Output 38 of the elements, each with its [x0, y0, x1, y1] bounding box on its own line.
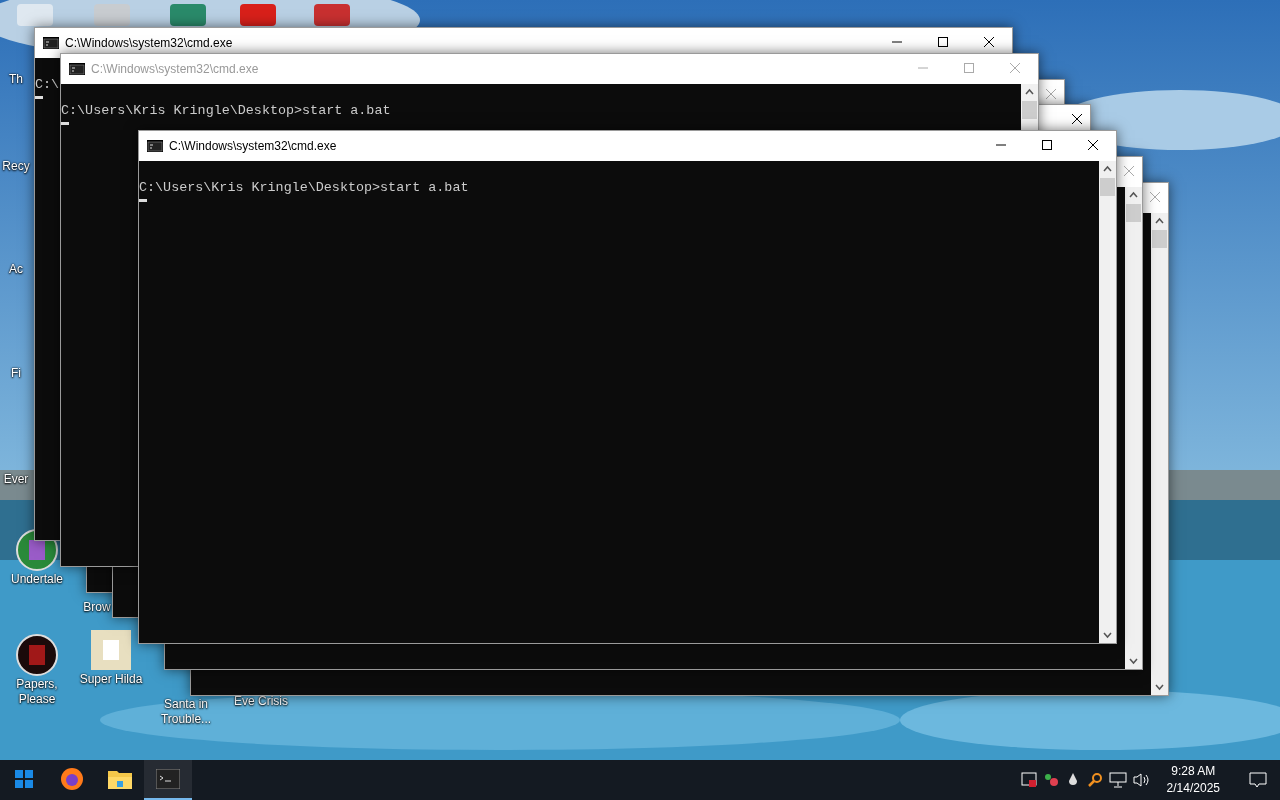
- scrollbar-thumb[interactable]: [1126, 204, 1141, 222]
- console-icon: [43, 37, 59, 49]
- icon-label[interactable]: Papers, Please: [1, 677, 73, 707]
- console-line: C:\: [35, 76, 61, 94]
- scrollbar-thumb[interactable]: [1022, 101, 1037, 119]
- console-line: C:\Users\Kris Kringle\Desktop>start a.bat: [139, 179, 470, 197]
- icon-label[interactable]: Th: [9, 72, 23, 87]
- folder-icon: [108, 769, 132, 789]
- terminal-icon: [156, 769, 180, 789]
- icon-label[interactable]: Undertale: [11, 572, 63, 587]
- scrollbar-thumb[interactable]: [1100, 178, 1115, 196]
- scrollbar-thumb[interactable]: [1152, 230, 1167, 248]
- speech-bubble-icon: [1249, 772, 1267, 788]
- icon-label[interactable]: Ever: [3, 472, 29, 487]
- icon-label[interactable]: Fi: [11, 366, 21, 381]
- console-icon: [147, 140, 163, 152]
- console-icon: [69, 63, 85, 75]
- shield-icon[interactable]: [1020, 772, 1037, 788]
- window-title: C:\Windows\system32\cmd.exe: [65, 36, 234, 50]
- window-title: C:\Windows\system32\cmd.exe: [91, 62, 260, 76]
- fox-globe-icon: [60, 767, 84, 791]
- network-icon[interactable]: [1108, 772, 1127, 788]
- icon-label[interactable]: Brow: [83, 600, 111, 615]
- windows-logo-icon: [15, 770, 33, 788]
- window-title: C:\Windows\system32\cmd.exe: [169, 139, 338, 153]
- icon-label[interactable]: Santa in Trouble...: [150, 697, 222, 727]
- speaker-icon[interactable]: [1132, 772, 1151, 788]
- app-icon[interactable]: [15, 633, 59, 677]
- icon-label[interactable]: Eve Crisis: [234, 694, 288, 709]
- console-line: C:\Users\Kris Kringle\Desktop>start a.bat: [61, 102, 392, 120]
- taskbar-button[interactable]: [144, 760, 192, 800]
- icon-label[interactable]: Ac: [9, 262, 23, 277]
- clock-date[interactable]: 2/14/2025: [1166, 780, 1220, 797]
- icon-label[interactable]: Super Hilda: [79, 672, 143, 687]
- people-icon[interactable]: [1042, 772, 1059, 788]
- clock-time[interactable]: 9:28 AM: [1171, 763, 1216, 780]
- magnifier-icon[interactable]: [1086, 772, 1103, 788]
- icon-label[interactable]: Recy: [2, 159, 30, 174]
